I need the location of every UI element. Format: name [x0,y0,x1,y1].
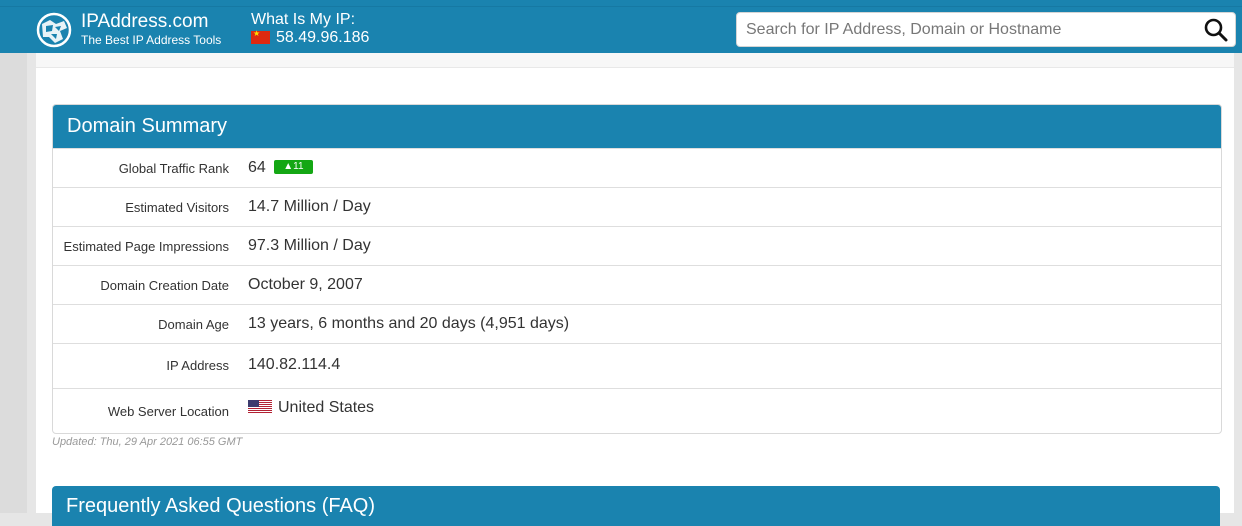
content-top-strip [36,53,1234,68]
row-label: IP Address [166,358,229,373]
table-row: Web Server Location United States [53,388,1221,433]
up-arrow-icon: ▲ [283,160,294,172]
row-value: 13 years, 6 months and 20 days (4,951 da… [248,315,570,332]
domain-summary-title: Domain Summary [53,105,1221,148]
row-label: Web Server Location [107,404,229,419]
row-value: United States [248,399,374,417]
my-ip-label: What Is My IP: [251,11,356,28]
ip-address-link[interactable]: 140.82.114.4 [248,356,340,374]
table-row: Estimated Visitors 14.7 Million / Day [53,187,1221,226]
row-label: Domain Age [158,317,229,332]
row-value: 97.3 Million / Day [248,237,371,254]
row-label: Domain Creation Date [100,278,229,293]
table-row: Global Traffic Rank 64 ▲11 [53,148,1221,187]
server-location-value: United States [278,399,375,416]
row-value: 14.7 Million / Day [248,198,371,215]
table-row: Estimated Page Impressions 97.3 Million … [53,226,1221,265]
row-value: October 9, 2007 [248,276,363,293]
row-label: Estimated Visitors [125,200,229,215]
domain-summary-panel: Domain Summary Global Traffic Rank 64 ▲1… [52,104,1222,434]
search-box [736,12,1236,47]
topbar-divider [0,6,1242,7]
table-row: IP Address 140.82.114.4 [53,343,1221,388]
rank-change-badge: ▲11 [274,159,313,174]
traffic-rank-value: 64 [248,159,266,176]
search-input[interactable] [746,13,1186,46]
faq-section-header: Frequently Asked Questions (FAQ) [52,486,1220,526]
table-row: Domain Creation Date October 9, 2007 [53,265,1221,304]
top-navigation-bar: IPAddress.com The Best IP Address Tools … [0,0,1242,53]
search-icon[interactable] [1203,17,1229,43]
row-value: 64 ▲11 [248,159,313,177]
my-ip-value[interactable]: 58.49.96.186 [276,29,369,47]
updated-timestamp: Updated: Thu, 29 Apr 2021 06:55 GMT [52,436,243,448]
brand-tagline: The Best IP Address Tools [81,33,222,47]
us-flag-icon [248,400,272,414]
globe-logo-icon[interactable] [36,12,72,48]
brand-name[interactable]: IPAddress.com [81,11,208,33]
china-flag-icon: ★ [251,29,270,44]
row-label: Estimated Page Impressions [63,239,229,254]
row-label: Global Traffic Rank [118,161,229,176]
rank-change-value: 11 [293,160,304,172]
table-row: Domain Age 13 years, 6 months and 20 day… [53,304,1221,343]
left-gutter [0,53,27,513]
